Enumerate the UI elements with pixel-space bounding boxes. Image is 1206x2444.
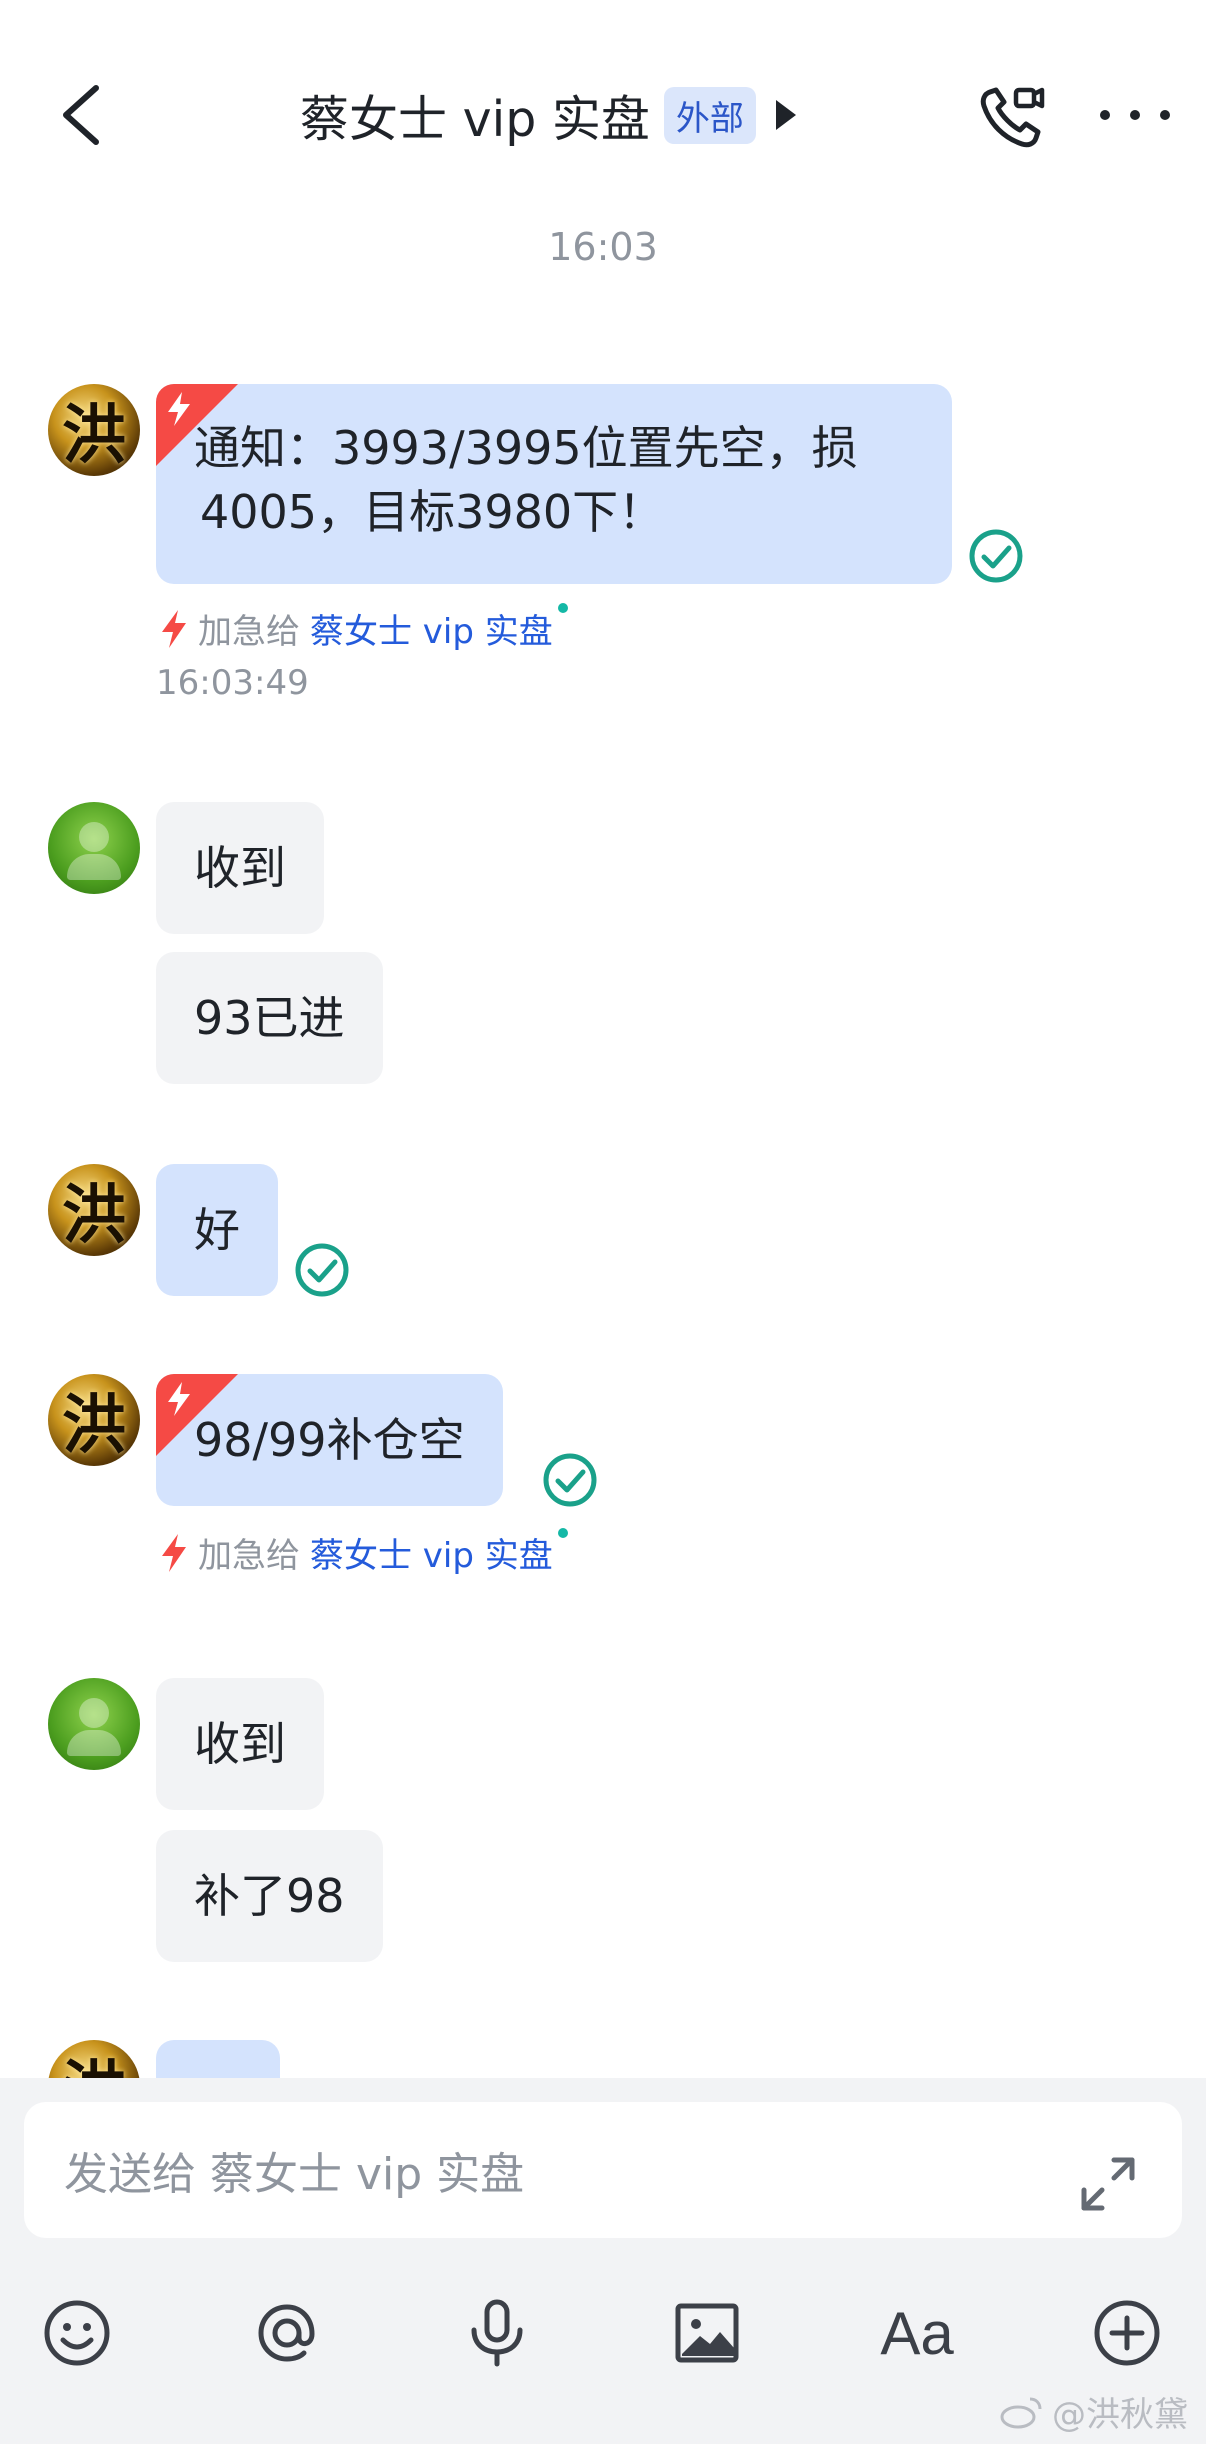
urgent-label: 加急给 [198,1536,300,1576]
avatar-glyph: 洪 [62,398,126,473]
composer-panel: 发送给 蔡女士 vip 实盘 Aa @洪秋黛 [0,2078,1206,2444]
weibo-icon [1000,2397,1042,2428]
avatar-sender[interactable]: 洪 [48,1164,140,1256]
chat-title-area[interactable]: 蔡女士 vip 实盘 外部 [300,80,796,150]
urgent-flag [156,1374,238,1456]
external-badge: 外部 [663,86,756,144]
message-text: 补了98 [194,1869,345,1923]
plus-circle-icon [1094,2300,1160,2366]
urgent-target-link[interactable]: 蔡女士 vip 实盘 [310,1528,553,1577]
urgent-target-link[interactable]: 蔡女士 vip 实盘 [310,604,553,653]
dot-icon [1130,110,1140,120]
message-text: 收到 [194,841,286,895]
avatar-other[interactable] [48,1678,140,1770]
online-dot [558,1528,568,1538]
more-options-button[interactable] [1100,100,1170,130]
urgent-info: 加急给 蔡女士 vip 实盘 [160,1528,553,1577]
message-input[interactable]: 发送给 蔡女士 vip 实盘 [24,2102,1182,2238]
voice-button[interactable] [462,2298,532,2368]
message-text: 93已进 [194,991,345,1045]
read-check-icon [969,529,1023,583]
message-text: 好 [194,1203,240,1257]
mention-button[interactable] [252,2298,322,2368]
lightning-icon [162,1533,186,1572]
message-text-line: 通知：3993/3995位置先空，损 [194,421,858,475]
lightning-icon [168,392,190,426]
message-bubble[interactable]: 93已进 [156,952,383,1084]
avatar-sender[interactable]: 洪 [48,1374,140,1466]
urgent-info: 加急给 蔡女士 vip 实盘 [160,604,553,653]
lightning-icon [162,609,186,648]
back-button[interactable] [52,80,112,150]
expand-icon[interactable] [1078,2154,1138,2214]
online-dot [558,603,568,613]
read-check-icon [295,1243,349,1297]
urgent-flag [156,384,238,466]
lightning-icon [168,1382,190,1416]
message-text: 收到 [194,1717,286,1771]
emoji-icon [44,2300,110,2366]
avatar-other[interactable] [48,802,140,894]
watermark-text: @洪秋黛 [1052,2395,1188,2435]
chat-screen: 蔡女士 vip 实盘 外部 16:03 洪 通知：3993/3995位置先空，损… [0,0,1206,2444]
emoji-button[interactable] [42,2298,112,2368]
composer-toolbar: Aa [0,2270,1206,2390]
avatar-sender[interactable]: 洪 [48,384,140,476]
chat-title: 蔡女士 vip 实盘 [300,90,650,148]
phone-video-icon [980,87,1045,148]
message-bubble[interactable]: 补了98 [156,1830,383,1962]
urgent-label: 加急给 [198,612,300,652]
message-text-line: 4005，目标3980下！ [200,485,665,539]
dot-icon [1100,110,1110,120]
message-bubble[interactable]: 好 [156,1164,278,1296]
message-bubble[interactable]: 98/99补仓空 [156,1374,503,1506]
microphone-icon [471,2299,523,2367]
dot-icon [1160,110,1170,120]
play-triangle-icon [775,100,796,130]
watermark: @洪秋黛 [1000,2387,1188,2436]
input-placeholder: 发送给 蔡女士 vip 实盘 [64,2149,525,2200]
read-check-icon [543,1453,597,1507]
call-button[interactable] [976,82,1046,152]
chevron-left-icon [63,85,99,145]
text-format-button[interactable]: Aa [880,2298,954,2368]
time-divider: 16:03 [548,225,658,269]
image-icon [675,2303,739,2363]
message-bubble[interactable]: 通知：3993/3995位置先空，损 4005，目标3980下！ [156,384,952,584]
message-bubble[interactable]: 收到 [156,802,324,934]
at-icon [258,2304,315,2362]
image-button[interactable] [672,2298,742,2368]
message-timestamp: 16:03:49 [156,663,309,703]
font-format-icon: Aa [880,2299,954,2367]
add-button[interactable] [1092,2298,1162,2368]
chat-header: 蔡女士 vip 实盘 外部 [0,0,1206,200]
message-bubble[interactable]: 收到 [156,1678,324,1810]
